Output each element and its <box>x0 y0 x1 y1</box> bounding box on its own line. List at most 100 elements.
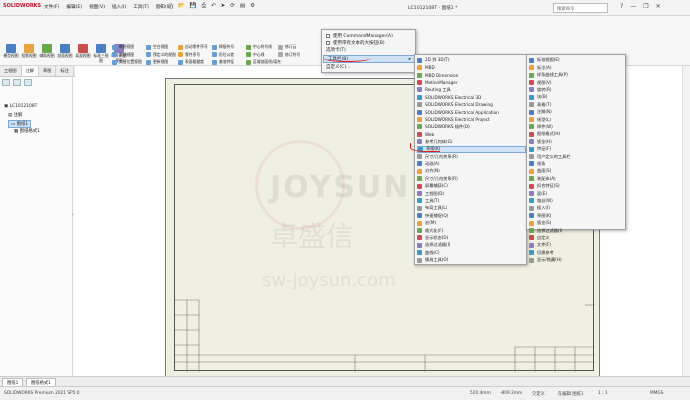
restore-button[interactable]: ❐ <box>643 3 648 10</box>
toolbar-submenu-item[interactable]: Routing 工具 <box>417 87 451 94</box>
toolbar-submenu-right-item[interactable]: 用户定义的工具栏 <box>529 153 571 160</box>
toolbar-submenu-right-item[interactable]: 视图(V) <box>529 79 552 86</box>
feature-manager-tab-icon[interactable] <box>2 79 10 86</box>
projected-view-button[interactable]: 投影视图 <box>20 44 38 59</box>
new-document-icon[interactable]: 🗋 <box>169 3 173 12</box>
toolbar-submenu-right-item[interactable]: 线条 <box>529 161 545 168</box>
tab-sketch[interactable]: 草图 <box>39 66 57 76</box>
toolbar-submenu-item[interactable]: 显示状态(D) <box>417 235 448 242</box>
customize-item[interactable]: 自定义(C)... <box>326 64 350 70</box>
toolbar-submenu-item[interactable]: MBD <box>417 64 435 71</box>
toolbar-submenu-right-item[interactable]: 文件(F) <box>529 242 551 249</box>
centerline-button[interactable]: 中心线 <box>246 52 281 58</box>
task-pane-strip[interactable] <box>682 66 690 376</box>
toolbar-submenu-right-item[interactable]: 标注(A) <box>529 64 552 71</box>
surface-finish-button[interactable]: 表面粗糙度 <box>178 59 208 65</box>
toolbar-submenu-right-item[interactable]: 曲面(S) <box>529 168 551 175</box>
property-manager-tab-icon[interactable] <box>13 79 21 86</box>
revision-cloud-button[interactable]: 修订云 <box>278 44 300 50</box>
menu-insert[interactable]: 插入(I) <box>112 4 126 10</box>
toolbar-submenu-right-item[interactable]: 熔丝(W) <box>529 198 553 205</box>
tab-markup[interactable]: 标注 <box>56 66 74 76</box>
toolbar-submenu-right-item[interactable]: 面(E) <box>529 190 547 197</box>
open-folder-icon[interactable]: 📂 <box>178 3 185 12</box>
toolbar-submenu-right-item[interactable]: 草图(K) <box>529 212 551 219</box>
toolbar-submenu-item[interactable]: 尺寸/几何关系(R) <box>417 175 458 182</box>
toolbar-submenu-item[interactable]: 模具工具(O) <box>417 257 448 264</box>
home-icon[interactable]: ⌂ <box>160 3 164 12</box>
toolbar-submenu-right-item[interactable]: 钣金(H) <box>529 138 552 145</box>
weld-symbol-button[interactable]: 焊接符号 <box>212 44 234 50</box>
toolbar-submenu-right-item[interactable]: 装配体(A) <box>529 175 556 182</box>
toolbar-submenu-right-item[interactable]: 插入(I) <box>529 205 550 212</box>
toolbar-submenu-right-item[interactable]: 标准视图(E) <box>529 57 560 64</box>
minimize-button[interactable]: — <box>630 3 636 10</box>
toolbar-submenu-right-item[interactable]: 焊件(W) <box>529 124 553 131</box>
search-input[interactable]: 搜索命令 <box>553 3 608 13</box>
print-icon[interactable]: ⎙ <box>202 3 206 12</box>
auto-balloon-button[interactable]: 自动零件序号 <box>178 44 208 50</box>
auxiliary-view-button[interactable]: 辅助视图 <box>38 44 56 59</box>
menu-tools[interactable]: 工具(T) <box>133 4 149 10</box>
predefined-view-button[interactable]: 预定义的视图 <box>146 52 176 58</box>
section-view-button[interactable]: 剖面视图 <box>56 44 74 59</box>
toolbar-submenu-item[interactable]: 工程图(D) <box>417 190 444 197</box>
toolbar-submenu-right-item[interactable]: 块(B) <box>529 94 547 101</box>
empty-view-button[interactable]: 空白视图 <box>146 44 176 50</box>
toolbar-submenu-item[interactable]: SOLIDWORKS Electrical Drawing <box>417 101 493 108</box>
model-view-button[interactable]: 模型视图 <box>2 44 20 59</box>
tree-item-sheet1[interactable]: ▭ 图纸1 <box>8 120 32 128</box>
toolbar-submenu-item[interactable]: 屏幕捕获(C) <box>417 183 448 190</box>
toolbar-submenu-item[interactable]: 工具(T) <box>417 198 439 205</box>
config-manager-tab-icon[interactable] <box>24 79 32 86</box>
help-button[interactable]: ? <box>620 3 623 10</box>
menu-view[interactable]: 视图(V) <box>89 4 105 10</box>
crop-view-button[interactable]: 剪裁视图 <box>112 52 142 58</box>
toolbar-submenu-right-item[interactable]: 旋转(R) <box>529 87 552 94</box>
update-view-button[interactable]: 更新视图 <box>146 59 176 65</box>
revision-symbol-button[interactable]: 修订符号 <box>278 52 300 58</box>
alternate-position-button[interactable]: 交替位置视图 <box>112 59 142 65</box>
options-gear-icon[interactable]: ⚙ <box>250 3 255 12</box>
toolbar-submenu-item[interactable]: SOLIDWORKS Electrical 3D <box>417 94 481 101</box>
status-units[interactable]: MMGS <box>650 391 663 396</box>
toolbar-submenu-right-item[interactable]: 扣合特征(S) <box>529 183 560 190</box>
toolbar-submenu-item[interactable]: 曲线(C) <box>417 249 440 256</box>
balloon-button[interactable]: 零件序号 <box>178 52 208 58</box>
toolbar-submenu-right-item[interactable]: 线型(L) <box>529 116 551 123</box>
select-pointer-icon[interactable]: ➤ <box>221 3 226 12</box>
toolbar-submenu-item[interactable]: SOLIDWORKS 插件(D) <box>417 124 470 131</box>
menu-edit[interactable]: 编辑(E) <box>66 4 82 10</box>
toolbar-submenu-item[interactable]: 尺寸/几何关系(R) <box>417 153 458 160</box>
toolbar-submenu-item[interactable]: MotionManager <box>417 79 458 86</box>
tab-annotation[interactable]: 注解 <box>21 66 39 76</box>
tree-item-document[interactable]: ▣ LC1012108T <box>4 104 37 109</box>
toolbar-submenu-item[interactable]: 布局工具(L) <box>417 205 447 212</box>
close-button[interactable]: ✕ <box>656 3 661 10</box>
center-mark-button[interactable]: 中心符号线 <box>246 44 281 50</box>
toolbar-submenu-right-item[interactable]: 注解(N) <box>529 109 552 116</box>
toolbar-submenu-item[interactable]: SOLIDWORKS Electrical Project <box>417 116 490 123</box>
toolbar-submenu-item[interactable]: 宏(M) <box>417 220 436 227</box>
menu-file[interactable]: 文件(F) <box>44 4 59 10</box>
toolbar-submenu-item[interactable]: 对齐(N) <box>417 168 440 175</box>
tree-item-annotations[interactable]: ▤ 注解 <box>8 112 22 118</box>
geometric-tolerance-button[interactable]: 形位公差 <box>212 52 234 58</box>
toolbar-submenu-item[interactable]: 2D 到 3D(T) <box>417 57 449 64</box>
datum-feature-button[interactable]: 基准特征 <box>212 59 234 65</box>
detail-view-button[interactable]: 局部视图 <box>74 44 92 59</box>
tree-item-sheet-format[interactable]: ▦ 图纸格式1 <box>14 128 40 134</box>
toolbar-submenu-item[interactable]: 动画(A) <box>417 161 440 168</box>
tab-drawing[interactable]: 工程图 <box>0 66 22 76</box>
toolbar-submenu-right-item[interactable]: 切换参考 <box>529 249 554 256</box>
toolbar-submenu-item[interactable]: 格式化(F) <box>417 227 443 234</box>
use-command-manager-item[interactable]: 使用 CommandManager(A) <box>326 33 393 39</box>
undo-icon[interactable]: ↶ <box>211 3 216 12</box>
toolbar-submenu-right-item[interactable]: 钣金(S) <box>529 220 551 227</box>
break-view-button[interactable]: 断裂视图 <box>112 44 142 50</box>
status-scale[interactable]: 1 : 1 <box>598 391 608 396</box>
tabs-item[interactable]: 选项卡(T) <box>326 47 346 53</box>
save-icon[interactable]: 💾 <box>190 3 197 12</box>
area-hatch-button[interactable]: 区域剖面线/填充 <box>246 59 281 65</box>
toolbar-submenu-right-item[interactable]: 特征(F) <box>529 146 551 153</box>
